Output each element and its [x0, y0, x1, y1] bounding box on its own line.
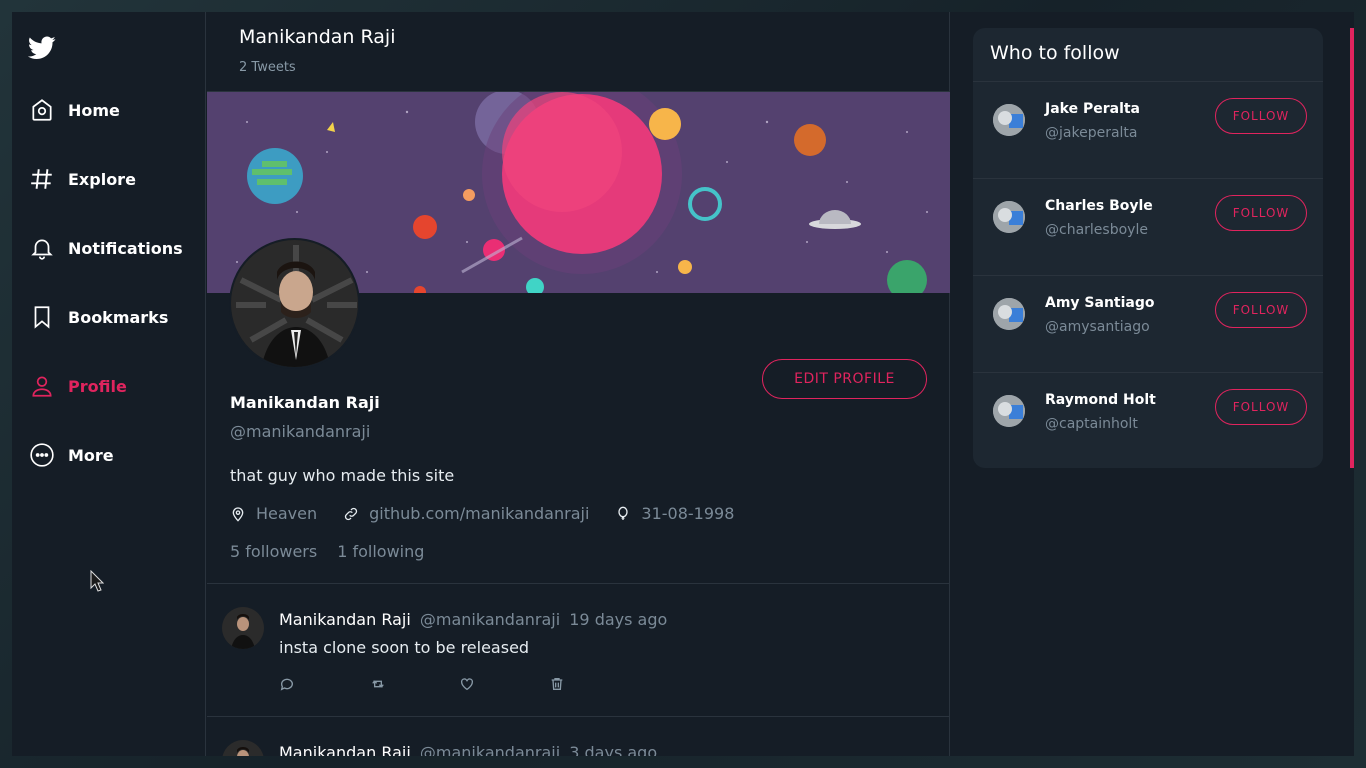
sidebar-item-home[interactable]: Home [28, 94, 120, 126]
follow-suggestion: Raymond Holt @captainholt FOLLOW [973, 373, 1323, 470]
edit-profile-button[interactable]: EDIT PROFILE [762, 359, 927, 399]
main-column: Manikandan Raji 2 Tweets EDIT PROFILE Ma… [207, 12, 950, 756]
suggestion-name[interactable]: Jake Peralta [1045, 101, 1140, 117]
balloon-icon [615, 505, 633, 523]
follow-suggestion: Jake Peralta @jakeperalta FOLLOW [973, 82, 1323, 179]
sidebar-item-label: Explore [68, 169, 136, 189]
profile-location: Heaven [230, 504, 317, 523]
tweet-timestamp: 3 days ago [569, 743, 658, 756]
sidebar-item-label: More [68, 445, 114, 465]
profile-meta: Heaven github.com/manikandanraji 31-08-1… [230, 504, 760, 523]
tweet-count: 2 Tweets [239, 60, 296, 75]
tweet-author-handle[interactable]: @manikandanraji [420, 743, 560, 756]
tweet-timestamp: 19 days ago [569, 610, 668, 629]
hash-icon [28, 165, 56, 193]
like-icon[interactable] [459, 675, 549, 693]
sidebar-item-label: Home [68, 100, 120, 120]
suggestion-handle: @captainholt [1045, 416, 1138, 432]
tweet-header: Manikandan Raji @manikandanraji 3 days a… [279, 743, 657, 756]
follow-button[interactable]: FOLLOW [1215, 195, 1307, 231]
website-link[interactable]: github.com/manikandanraji [369, 504, 589, 523]
panel-title: Who to follow [973, 28, 1323, 82]
tweet-author-name[interactable]: Manikandan Raji [279, 743, 411, 756]
bookmark-icon [28, 303, 56, 331]
tweet-item[interactable]: Manikandan Raji @manikandanraji 19 days … [207, 583, 950, 716]
delete-icon[interactable] [549, 675, 639, 693]
mouse-cursor-icon [90, 570, 104, 592]
avatar[interactable] [993, 298, 1025, 330]
following-count[interactable]: 1 following [337, 542, 424, 561]
sidebar-item-label: Profile [68, 376, 127, 396]
sidebar-item-explore[interactable]: Explore [28, 163, 136, 195]
reply-icon[interactable] [279, 675, 369, 693]
tweet-author-handle[interactable]: @manikandanraji [420, 610, 560, 629]
profile-birthday: 31-08-1998 [615, 504, 734, 523]
more-icon [28, 441, 56, 469]
location-pin-icon [230, 505, 248, 523]
avatar[interactable] [993, 104, 1025, 136]
follow-suggestion: Amy Santiago @amysantiago FOLLOW [973, 276, 1323, 373]
tweet-avatar[interactable] [222, 607, 264, 649]
link-icon [343, 505, 361, 523]
sidebar-item-more[interactable]: More [28, 439, 114, 471]
tweet-avatar[interactable] [222, 740, 264, 756]
tweet-author-name[interactable]: Manikandan Raji [279, 610, 411, 629]
suggestion-handle: @jakeperalta [1045, 125, 1138, 141]
location-text: Heaven [256, 504, 318, 523]
suggestion-handle: @charlesboyle [1045, 222, 1148, 238]
avatar[interactable] [993, 395, 1025, 427]
suggestion-name[interactable]: Raymond Holt [1045, 392, 1156, 408]
sidebar-item-profile[interactable]: Profile [28, 370, 127, 402]
profile-header: Manikandan Raji 2 Tweets [207, 12, 949, 92]
tweet-text: insta clone soon to be released [279, 638, 530, 657]
twitter-logo-icon[interactable] [27, 36, 56, 60]
followers-count[interactable]: 5 followers [230, 542, 317, 561]
sidebar: Home Explore Notifications Bookmarks Pro… [12, 12, 206, 756]
page-title: Manikandan Raji [239, 26, 396, 48]
birthday-text: 31-08-1998 [641, 504, 735, 523]
suggestion-name[interactable]: Amy Santiago [1045, 295, 1155, 311]
user-icon [28, 372, 56, 400]
sidebar-item-label: Notifications [68, 238, 183, 258]
tweet-header: Manikandan Raji @manikandanraji 19 days … [279, 610, 667, 629]
follow-button[interactable]: FOLLOW [1215, 292, 1307, 328]
who-to-follow-panel: Who to follow Jake Peralta @jakeperalta … [973, 28, 1323, 468]
profile-bio: that guy who made this site [230, 466, 455, 485]
suggestion-name[interactable]: Charles Boyle [1045, 198, 1153, 214]
follow-suggestion: Charles Boyle @charlesboyle FOLLOW [973, 179, 1323, 276]
app-frame: Home Explore Notifications Bookmarks Pro… [12, 12, 1354, 756]
avatar[interactable] [993, 201, 1025, 233]
tweet-actions [279, 675, 639, 693]
home-icon [28, 96, 56, 124]
profile-avatar[interactable] [229, 238, 360, 369]
profile-name: Manikandan Raji [230, 393, 380, 412]
profile-website[interactable]: github.com/manikandanraji [343, 504, 589, 523]
scrollbar[interactable] [1350, 28, 1354, 468]
bell-icon [28, 234, 56, 262]
sidebar-item-label: Bookmarks [68, 307, 169, 327]
tweet-item[interactable]: Manikandan Raji @manikandanraji 3 days a… [207, 716, 950, 756]
follow-stats: 5 followers 1 following [230, 542, 444, 561]
retweet-icon[interactable] [369, 675, 459, 693]
follow-button[interactable]: FOLLOW [1215, 389, 1307, 425]
suggestion-handle: @amysantiago [1045, 319, 1150, 335]
sidebar-item-notifications[interactable]: Notifications [28, 232, 183, 264]
sidebar-item-bookmarks[interactable]: Bookmarks [28, 301, 168, 333]
follow-button[interactable]: FOLLOW [1215, 98, 1307, 134]
profile-handle: @manikandanraji [230, 422, 371, 441]
